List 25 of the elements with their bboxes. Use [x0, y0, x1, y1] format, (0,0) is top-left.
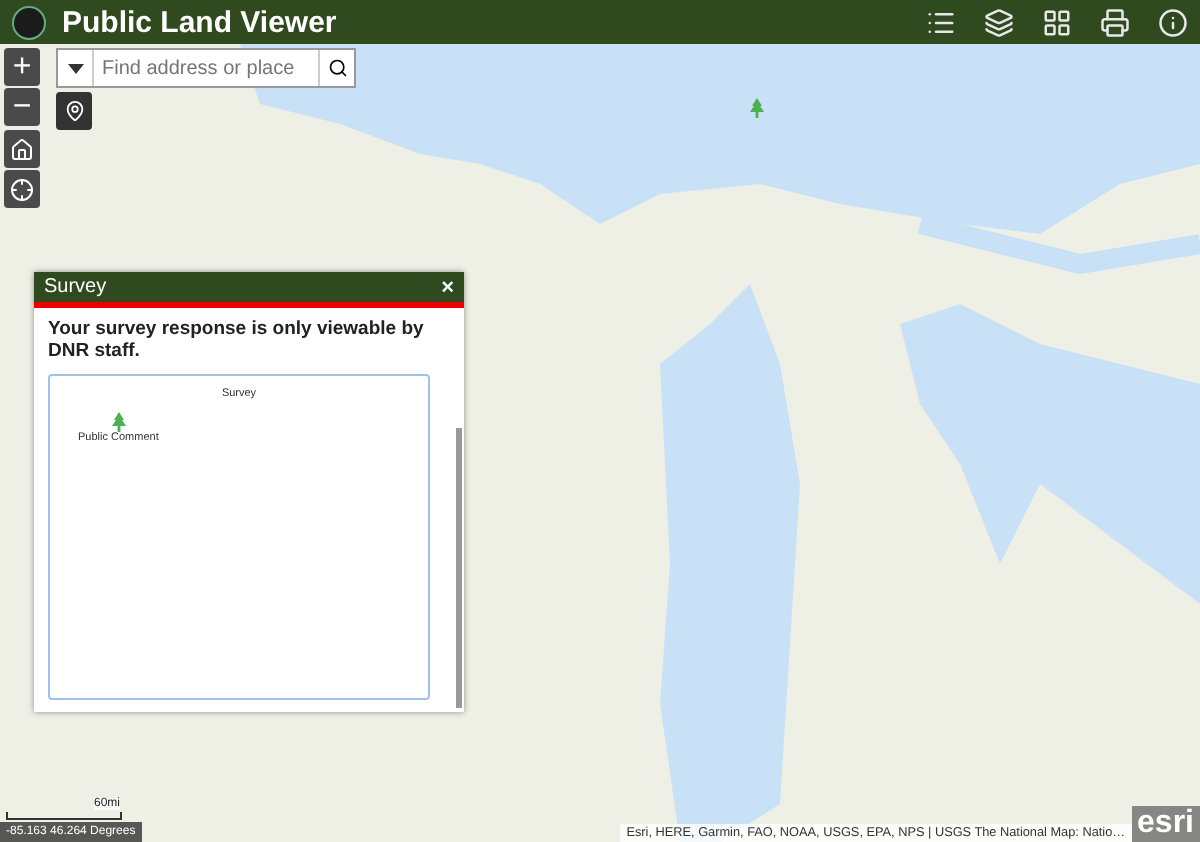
locate-button[interactable]	[4, 170, 40, 208]
home-button[interactable]	[4, 130, 40, 168]
logo-icon	[12, 5, 46, 39]
pin-edit-button[interactable]	[56, 92, 92, 130]
zoom-in-button[interactable]: +	[4, 48, 40, 86]
crosshair-icon	[10, 177, 34, 201]
grid-icon[interactable]	[1042, 7, 1072, 37]
info-icon[interactable]	[1158, 7, 1188, 37]
pin-icon	[63, 100, 85, 122]
search-icon	[327, 58, 347, 78]
search-bar[interactable]: Find address or place	[56, 48, 356, 88]
home-icon	[10, 137, 34, 161]
close-button[interactable]: ×	[441, 275, 454, 299]
tree-icon	[750, 98, 764, 118]
print-icon[interactable]	[1100, 7, 1130, 37]
survey-message: Your survey response is only viewable by DNR staff.	[48, 318, 426, 362]
scrollbar[interactable]	[456, 428, 462, 708]
panel-title: Survey	[44, 276, 109, 298]
app-title: Public Land Viewer	[62, 5, 339, 39]
zoom-out-button[interactable]: −	[4, 88, 40, 126]
list-icon[interactable]	[926, 7, 956, 37]
esri-logo: esri	[1131, 806, 1200, 842]
caret-icon	[67, 63, 83, 73]
layers-icon[interactable]	[984, 7, 1014, 37]
tree-icon	[111, 412, 126, 432]
